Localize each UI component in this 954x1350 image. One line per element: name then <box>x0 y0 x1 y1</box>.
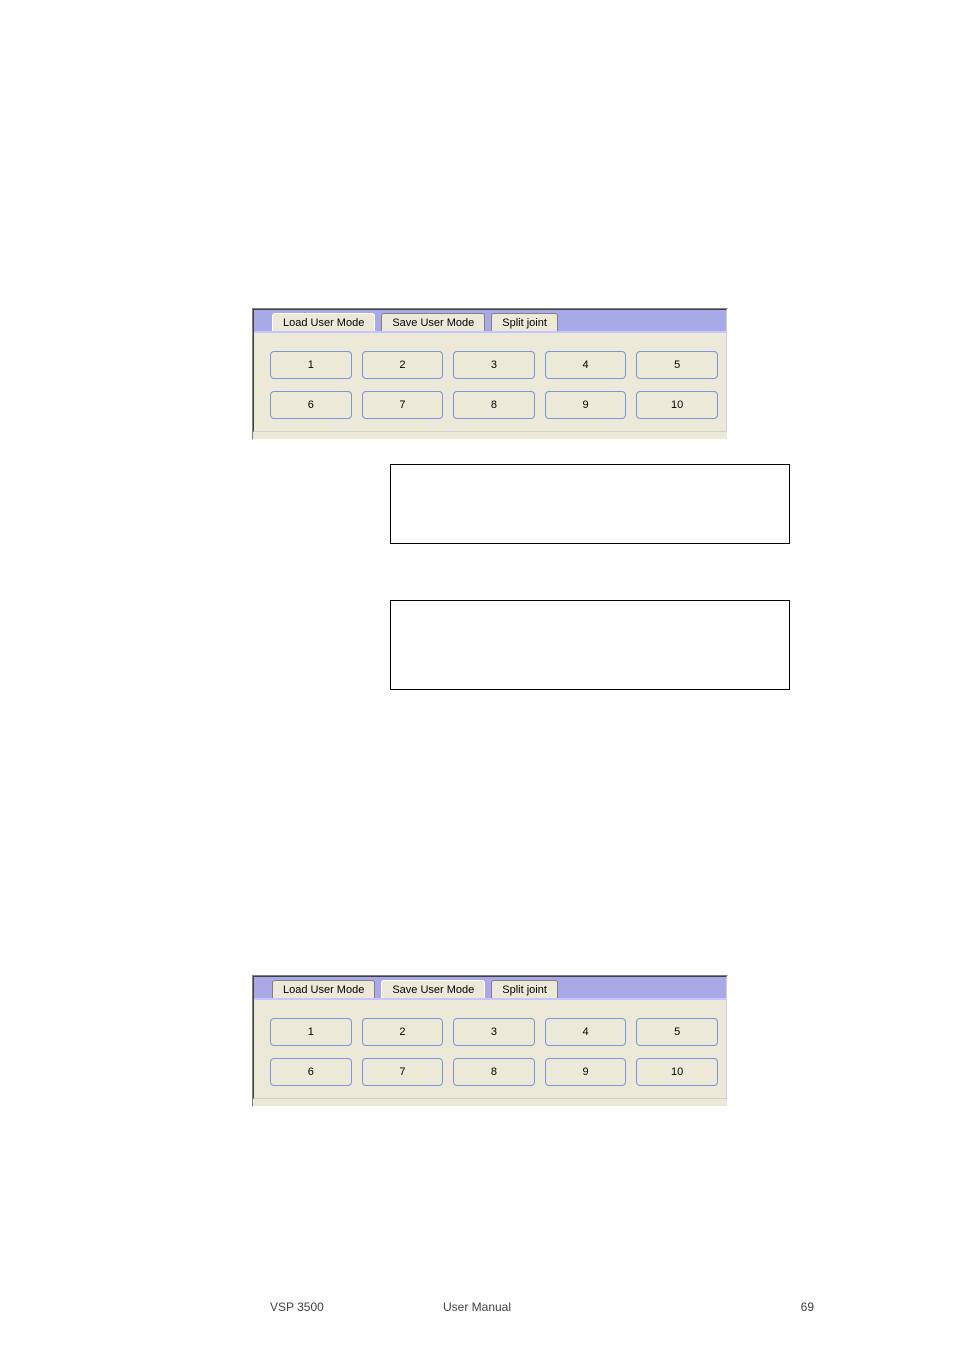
mode-button-3[interactable]: 3 <box>453 1018 535 1046</box>
mode-button-5[interactable]: 5 <box>636 1018 718 1046</box>
mode-button-8[interactable]: 8 <box>453 391 535 419</box>
mode-button-9[interactable]: 9 <box>545 1058 627 1086</box>
tab-bar: Load User Mode Save User Mode Split join… <box>254 977 726 998</box>
mode-button-9[interactable]: 9 <box>545 391 627 419</box>
mode-button-4[interactable]: 4 <box>545 1018 627 1046</box>
mode-button-2[interactable]: 2 <box>362 1018 444 1046</box>
mode-button-8[interactable]: 8 <box>453 1058 535 1086</box>
mode-button-7[interactable]: 7 <box>362 391 444 419</box>
button-row-1: 1 2 3 4 5 <box>262 1018 718 1046</box>
mode-button-1[interactable]: 1 <box>270 351 352 379</box>
mode-button-2[interactable]: 2 <box>362 351 444 379</box>
mode-button-6[interactable]: 6 <box>270 391 352 419</box>
tab-load-user-mode[interactable]: Load User Mode <box>272 980 375 998</box>
tab-load-user-mode[interactable]: Load User Mode <box>272 313 375 331</box>
panel-inner: Load User Mode Save User Mode Split join… <box>253 309 727 432</box>
button-row-2: 6 7 8 9 10 <box>262 1058 718 1086</box>
empty-box-1 <box>390 464 790 544</box>
empty-box-2 <box>390 600 790 690</box>
mode-button-10[interactable]: 10 <box>636 1058 718 1086</box>
button-area: 1 2 3 4 5 6 7 8 9 10 <box>254 1000 726 1098</box>
panel-inner: Load User Mode Save User Mode Split join… <box>253 976 727 1099</box>
tab-bar: Load User Mode Save User Mode Split join… <box>254 310 726 331</box>
tab-split-joint[interactable]: Split joint <box>491 980 558 998</box>
mode-button-4[interactable]: 4 <box>545 351 627 379</box>
mode-button-1[interactable]: 1 <box>270 1018 352 1046</box>
mode-panel-load: Load User Mode Save User Mode Split join… <box>252 308 728 440</box>
button-row-1: 1 2 3 4 5 <box>262 351 718 379</box>
footer-page-number: 69 <box>801 1300 814 1314</box>
mode-button-5[interactable]: 5 <box>636 351 718 379</box>
mode-button-7[interactable]: 7 <box>362 1058 444 1086</box>
button-row-2: 6 7 8 9 10 <box>262 391 718 419</box>
mode-button-10[interactable]: 10 <box>636 391 718 419</box>
mode-panel-save: Load User Mode Save User Mode Split join… <box>252 975 728 1107</box>
button-area: 1 2 3 4 5 6 7 8 9 10 <box>254 333 726 431</box>
tab-save-user-mode[interactable]: Save User Mode <box>381 980 485 998</box>
mode-button-6[interactable]: 6 <box>270 1058 352 1086</box>
tab-save-user-mode[interactable]: Save User Mode <box>381 313 485 331</box>
mode-button-3[interactable]: 3 <box>453 351 535 379</box>
tab-split-joint[interactable]: Split joint <box>491 313 558 331</box>
